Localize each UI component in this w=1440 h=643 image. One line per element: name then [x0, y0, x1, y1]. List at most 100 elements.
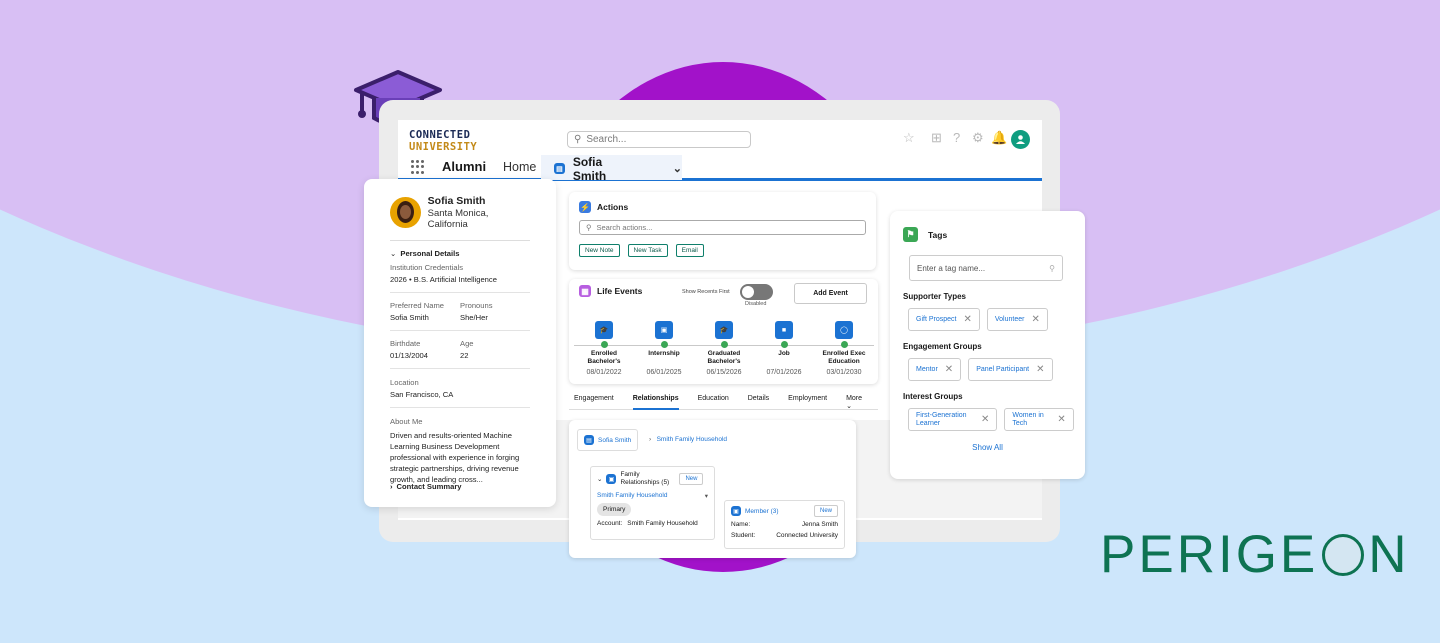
chevron-down-icon: ⌄ [390, 249, 397, 258]
dropdown-icon[interactable]: ▾ [705, 492, 708, 500]
partner-logo-text: PERIGE [1100, 525, 1319, 584]
more-label: More [846, 395, 863, 402]
show-recents-toggle[interactable] [740, 284, 773, 300]
about-me-text: Driven and results-oriented Machine Lear… [390, 431, 520, 484]
field-value: 2026 • B.S. Artificial Intelligence [390, 275, 497, 284]
family-label: Family Relationships (5) [620, 471, 670, 486]
tag-label: Mentor [916, 366, 938, 373]
profile-location: Santa Monica, California [427, 208, 489, 230]
check-icon [720, 341, 728, 348]
household-name: Smith Family Household [597, 492, 668, 499]
add-event-button[interactable]: Add Event [794, 283, 867, 304]
life-event-item[interactable]: ■ Job 07/01/2026 [754, 321, 814, 376]
user-avatar[interactable] [1011, 130, 1030, 149]
field-value: 01/13/2004 [390, 351, 429, 360]
building-icon: ▣ [655, 321, 673, 339]
group-label: Supporter Types [903, 292, 966, 301]
actions-search-input[interactable]: ⚲ Search actions... [579, 220, 866, 235]
group-label: Engagement Groups [903, 342, 982, 351]
close-icon[interactable]: ✕ [1031, 314, 1039, 325]
search-icon: ⚲ [1049, 263, 1055, 273]
member-card: ▣ Member (3) New Name: Jenna Smith Studen… [724, 500, 845, 549]
life-event-item[interactable]: 🎓 Graduated Bachelor's 06/15/2026 [694, 321, 754, 376]
member-label[interactable]: Member (3) [745, 508, 779, 515]
global-search-input[interactable]: ⚲ Search... [567, 131, 751, 148]
field-label: Institution Credentials [390, 263, 464, 272]
close-icon[interactable]: ✕ [945, 364, 953, 375]
tag-chip[interactable]: First-Generation Learner ✕ [908, 408, 998, 431]
life-event-item[interactable]: 🎓 Enrolled Bachelor's 08/01/2022 [574, 321, 634, 376]
new-family-button[interactable]: New [679, 473, 704, 485]
close-icon[interactable]: ✕ [1036, 364, 1044, 375]
life-event-name: Enrolled Exec Education [822, 350, 866, 365]
tag-chip[interactable]: Panel Participant ✕ [968, 358, 1053, 381]
tab-home[interactable]: Home [503, 160, 536, 174]
new-note-button[interactable]: New Note [579, 244, 620, 257]
group-label: Interest Groups [903, 392, 963, 401]
tag-chip[interactable]: Volunteer ✕ [986, 308, 1048, 331]
close-icon[interactable]: ✕ [1057, 414, 1065, 425]
add-icon[interactable]: ⊞ [931, 130, 942, 146]
tab-label: Sofia Smith [572, 154, 607, 183]
section-title: Personal Details [400, 249, 460, 258]
check-icon [660, 341, 668, 348]
actions-search-placeholder: Search actions... [596, 223, 653, 232]
relationship-root[interactable]: ▤ Sofia Smith [577, 429, 639, 451]
check-icon [780, 341, 788, 348]
email-button[interactable]: Email [675, 244, 704, 257]
tab-sofia-smith[interactable]: ▤ Sofia Smith ⌄ [541, 154, 682, 183]
student-label: Student: [731, 532, 756, 539]
tag-chip[interactable]: Mentor ✕ [908, 358, 962, 381]
household-row[interactable]: Smith Family Household ▾ [597, 492, 708, 500]
life-event-item[interactable]: ▣ Internship 06/01/2025 [634, 321, 694, 376]
help-icon[interactable]: ? [953, 130, 960, 145]
life-event-date: 07/01/2026 [766, 369, 802, 376]
tag-chip[interactable]: Women in Tech ✕ [1004, 408, 1074, 431]
chevron-right-icon: › [649, 436, 652, 443]
show-all-link[interactable]: Show All [903, 443, 1072, 452]
partner-logo-tail: N [1368, 525, 1410, 584]
field-label: About Me [390, 417, 423, 426]
tab-relationships[interactable]: Relationships [632, 395, 679, 410]
life-events-card: ▦ Life Events Show Recents First Disable… [569, 279, 878, 384]
life-event-item[interactable]: ◯ Enrolled Exec Education 03/01/2030 [814, 321, 874, 376]
personal-details-toggle[interactable]: ⌄ Personal Details [390, 249, 530, 258]
tab-engagement[interactable]: Engagement [574, 395, 614, 409]
contact-summary-toggle[interactable]: › Contact Summary [390, 482, 462, 491]
actions-title: Actions [597, 202, 629, 212]
chevron-down-icon[interactable]: ⌄ [673, 162, 682, 175]
close-icon[interactable]: ✕ [963, 314, 971, 325]
new-task-button[interactable]: New Task [627, 244, 668, 257]
briefcase-icon: ■ [775, 321, 793, 339]
life-event-name: Enrolled Bachelor's [587, 350, 621, 365]
close-icon[interactable]: ✕ [981, 414, 989, 425]
field-label: Birthdate [390, 339, 421, 348]
record-tabs: Engagement Relationships Education Detai… [569, 395, 878, 410]
new-member-button[interactable]: New [813, 505, 838, 517]
tab-more[interactable]: More ⌄ [846, 395, 881, 410]
tag-label: Panel Participant [976, 366, 1030, 373]
root-name: Sofia Smith [598, 436, 632, 444]
tab-employment[interactable]: Employment [788, 395, 827, 409]
chevron-down-icon: ⌄ [846, 403, 852, 410]
life-events-title: Life Events [597, 286, 643, 296]
tab-education[interactable]: Education [698, 395, 729, 409]
tag-chip[interactable]: Gift Prospect ✕ [908, 308, 980, 331]
tab-details[interactable]: Details [748, 395, 769, 409]
globe-icon [1322, 533, 1365, 576]
field-value: Sofia Smith [390, 313, 429, 322]
tag-name-input[interactable]: Enter a tag name... ⚲ [909, 255, 1063, 281]
name-label: Name: [731, 521, 751, 528]
contact-icon: ▤ [554, 163, 565, 174]
household-link[interactable]: › Smith Family Household [649, 436, 727, 443]
favorites-icon[interactable]: ☆ [903, 130, 915, 146]
brand-line-1: CONNECTED [409, 129, 471, 141]
gear-icon[interactable]: ⚙ [972, 130, 984, 146]
award-icon: ◯ [835, 321, 853, 339]
check-icon [600, 341, 608, 348]
partner-logo: PERIGE N [1100, 524, 1410, 585]
bell-icon[interactable]: 🔔 [991, 130, 1007, 146]
name-value: Jenna Smith [801, 521, 838, 528]
chevron-down-icon[interactable]: ⌄ [597, 475, 602, 483]
app-launcher-icon[interactable] [411, 160, 425, 174]
